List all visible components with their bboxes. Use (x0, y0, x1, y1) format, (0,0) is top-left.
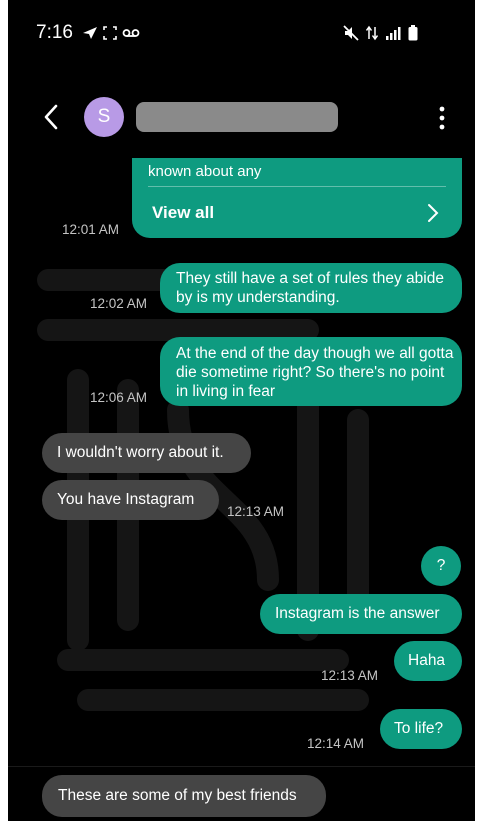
contact-name-redacted[interactable] (136, 102, 338, 132)
message-text: At the end of the day though we all gott… (176, 345, 454, 400)
link-card-divider (148, 186, 446, 187)
message-timestamp: 12:13 AM (227, 504, 285, 519)
sent-message-bubble[interactable]: Haha (394, 641, 462, 681)
sent-message-bubble[interactable]: Instagram is the answer (260, 594, 462, 634)
status-time: 7:16 (36, 22, 73, 43)
sent-message-bubble[interactable]: To life? (380, 709, 462, 749)
status-right-icons (343, 24, 418, 42)
back-arrow-icon[interactable] (38, 102, 66, 132)
message-text: Instagram is the answer (275, 605, 440, 622)
sent-message-bubble[interactable]: At the end of the day though we all gott… (160, 337, 462, 406)
message-text: You have Instagram (57, 491, 195, 508)
link-preview-text: known about any (148, 163, 262, 180)
messaging-screen: 7:16 S known about any View all 12:01 AM… (8, 0, 475, 821)
message-timestamp: 12:13 AM (321, 668, 379, 683)
sent-message-bubble[interactable]: ? (421, 546, 461, 586)
message-text: To life? (394, 720, 444, 737)
battery-icon (408, 25, 418, 41)
sent-message-bubble[interactable]: They still have a set of rules they abid… (160, 263, 462, 313)
message-timestamp: 12:02 AM (90, 296, 148, 311)
message-text: ? (436, 557, 446, 574)
signal-icon (386, 27, 401, 40)
message-timestamp: 12:06 AM (90, 390, 148, 405)
message-text: I wouldn't worry about it. (57, 444, 224, 461)
voicemail-icon (122, 29, 140, 37)
message-text: Haha (408, 652, 446, 669)
contact-avatar[interactable]: S (84, 97, 124, 137)
status-left-icons (82, 24, 140, 42)
chevron-right-icon[interactable] (426, 202, 440, 224)
link-preview-card[interactable]: known about any View all (132, 158, 462, 238)
more-options-icon[interactable] (432, 102, 452, 134)
message-text: These are some of my best friends (58, 787, 297, 804)
screenshot-frame-icon (103, 26, 117, 40)
divider (8, 766, 475, 767)
received-message-bubble[interactable]: These are some of my best friends (42, 775, 326, 817)
message-timestamp: 12:14 AM (307, 736, 365, 751)
navigation-icon (83, 27, 97, 39)
received-message-bubble[interactable]: You have Instagram (42, 480, 219, 520)
message-text: They still have a set of rules they abid… (176, 270, 444, 306)
conversation-header: S (8, 90, 475, 150)
status-bar: 7:16 (8, 0, 475, 64)
message-timestamp: 12:01 AM (62, 222, 120, 237)
view-all-button[interactable]: View all (152, 203, 214, 223)
data-arrows-icon (366, 25, 378, 41)
received-message-bubble[interactable]: I wouldn't worry about it. (42, 433, 251, 473)
mute-icon (343, 25, 359, 41)
